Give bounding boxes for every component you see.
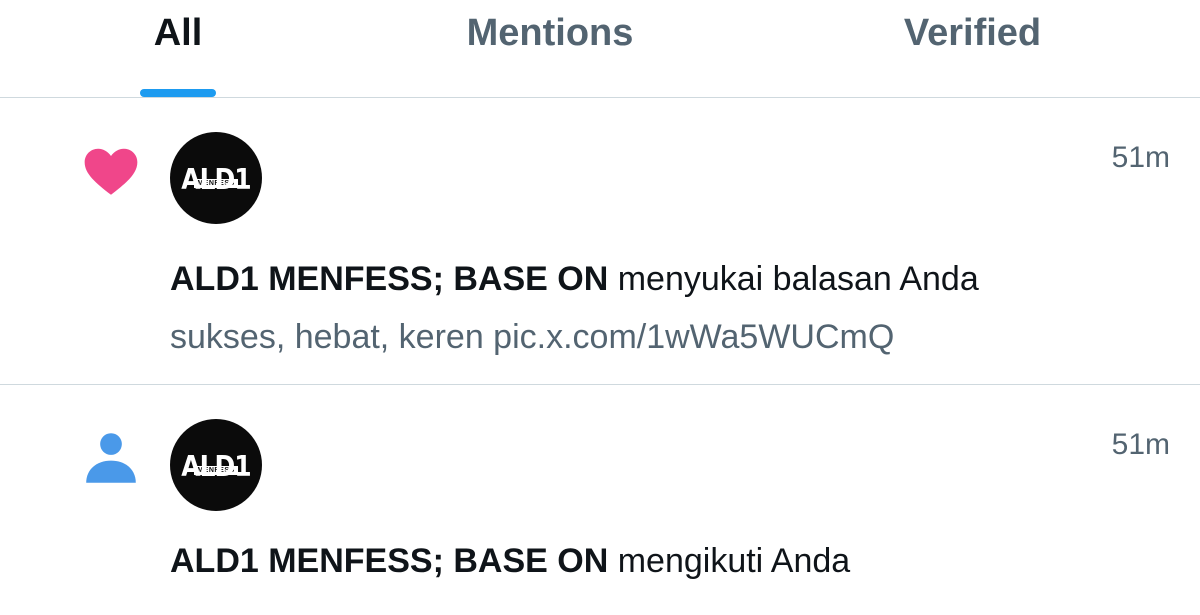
tab-mentions-label: Mentions — [466, 12, 634, 54]
action-text: menyukai balasan Anda — [608, 260, 979, 298]
timestamp: 51m — [1111, 141, 1170, 174]
notification-headline: ALD1 MENFESS; BASE ON menyukai balasan A… — [170, 258, 979, 300]
avatar[interactable]: ALD1 MENFESS — [170, 132, 262, 224]
tab-verified-label: Verified — [903, 12, 1042, 54]
notification-follow[interactable]: ALD1 MENFESS 51m ALD1 MENFESS; BASE ON m… — [0, 385, 1200, 615]
active-tab-indicator — [140, 89, 216, 97]
tab-mentions[interactable]: Mentions — [420, 0, 680, 97]
person-icon — [86, 433, 136, 483]
avatar[interactable]: ALD1 MENFESS — [170, 419, 262, 511]
actor-name[interactable]: ALD1 MENFESS; BASE ON — [170, 260, 608, 298]
action-text: mengikuti Anda — [608, 542, 851, 580]
notification-headline: ALD1 MENFESS; BASE ON mengikuti Anda — [170, 540, 850, 582]
tab-verified[interactable]: Verified — [860, 0, 1085, 97]
notification-like[interactable]: ALD1 MENFESS 51m ALD1 MENFESS; BASE ON m… — [0, 98, 1200, 385]
avatar-logo-text: ALD1 — [181, 162, 251, 196]
tab-all-label: All — [153, 12, 203, 54]
tab-all[interactable]: All — [140, 0, 216, 97]
reply-snippet[interactable]: sukses, hebat, keren pic.x.com/1wWa5WUCm… — [170, 316, 894, 358]
avatar-logo-text: ALD1 — [181, 449, 251, 483]
notification-tabs: All Mentions Verified — [0, 0, 1200, 98]
heart-icon — [84, 148, 138, 195]
timestamp: 51m — [1111, 428, 1170, 461]
actor-name[interactable]: ALD1 MENFESS; BASE ON — [170, 542, 608, 580]
